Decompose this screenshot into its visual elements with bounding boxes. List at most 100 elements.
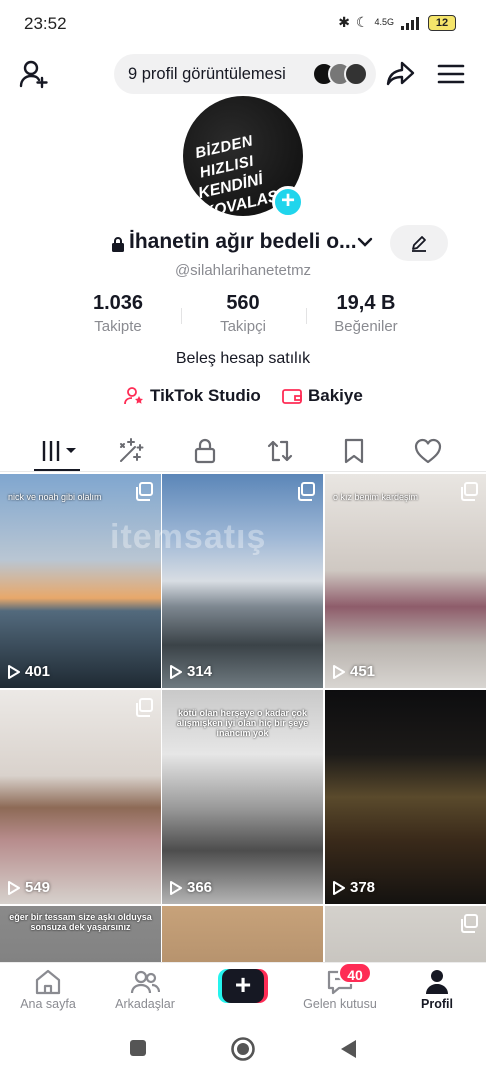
bookmark-icon [344,438,364,464]
inbox-badge: 40 [338,962,372,984]
video-tile[interactable]: 314 [162,474,323,688]
system-nav [0,1020,486,1080]
nav-profile-label: Profil [421,997,453,1011]
view-count: 401 [8,663,50,680]
profile-bio: Beleş hesap satılık [175,350,311,367]
bluetooth-icon: ✱ [338,14,350,30]
recents-icon[interactable] [128,1038,148,1058]
edit-profile-button[interactable] [390,225,448,261]
nav-home[interactable]: Ana sayfa [0,967,96,1011]
content-tabs [0,428,486,472]
view-count-value: 314 [187,663,213,680]
battery-icon: 12 [428,14,456,31]
tab-reposts-sparkle[interactable] [111,436,151,466]
video-tile[interactable]: kötü olan herşeye o kadar çok alışmışken… [162,690,323,904]
home-icon [35,969,61,995]
moon-icon: ☾ [355,14,369,30]
stat-following[interactable]: 1.036 Takipte [58,292,178,335]
video-tile[interactable] [162,906,323,962]
multi-photo-icon [136,482,153,501]
nav-profile[interactable]: Profil [389,967,485,1011]
balance-link[interactable]: Bakiye [282,386,363,406]
nav-friends-label: Arkadaşlar [115,997,175,1011]
status-bar: 23:52 ✱ ☾ 4.5G 12 [0,0,486,48]
status-time: 23:52 [24,14,67,33]
top-bar: 9 profil görüntülemesi [0,52,486,96]
viewer-avatars [312,62,368,86]
video-caption: kötü olan herşeye o kadar çok alışmışken… [176,708,309,738]
video-tile[interactable]: o kız benim kardeşim 451 [325,474,486,688]
profile-name[interactable]: İhanetin ağır bedeli o... [129,230,357,254]
video-tile[interactable]: nick ve noah gibi olalım 401 [0,474,161,688]
play-icon [333,664,345,679]
view-count: 366 [170,879,212,896]
video-tile[interactable]: 549 [0,690,161,904]
play-icon [170,880,182,895]
network-label: 4.5G [374,17,394,27]
tab-liked[interactable] [408,436,448,466]
view-count: 314 [170,663,212,680]
plus-icon: + [222,969,264,1003]
studio-person-icon [124,387,143,405]
tiktok-studio-label: TikTok Studio [150,386,261,405]
multi-photo-icon [298,482,315,501]
multi-photo-icon [136,698,153,717]
active-tab-indicator [34,469,80,471]
view-count-value: 401 [25,663,51,680]
tiktok-studio-link[interactable]: TikTok Studio [124,386,261,406]
stat-divider [181,308,182,324]
nav-friends[interactable]: Arkadaşlar [97,967,193,1011]
view-count-value: 451 [350,663,376,680]
tab-private[interactable] [185,436,225,466]
profile-views-pill[interactable]: 9 profil görüntülemesi [114,54,376,94]
multi-photo-icon [461,482,478,501]
repost-icon [267,440,293,462]
play-icon [8,664,20,679]
video-caption: nick ve noah gibi olalım [8,492,102,502]
friends-icon [130,970,160,994]
share-icon[interactable] [384,58,416,90]
nav-inbox-label: Gelen kutusu [303,997,377,1011]
play-icon [170,664,182,679]
tab-videos[interactable] [38,436,78,466]
stat-value: 19,4 B [336,292,396,314]
video-tile[interactable] [325,906,486,962]
video-grid: nick ve noah gibi olalım 401 314 o kız b… [0,474,486,962]
status-icons: ✱ ☾ 4.5G 12 [338,14,456,31]
profile-links: TikTok Studio Bakiye [0,386,486,412]
view-count: 451 [333,663,375,680]
view-count-value: 378 [350,879,376,896]
video-tile[interactable]: 378 [325,690,486,904]
multi-photo-icon [461,914,478,933]
username: @silahlarihanetetmz [174,262,312,279]
view-count: 378 [333,879,375,896]
video-caption: o kız benim kardeşim [333,492,419,502]
stat-label: Takipçi [220,318,266,335]
stat-likes[interactable]: 19,4 B Beğeniler [306,292,426,335]
stat-followers[interactable]: 560 Takipçi [183,292,303,335]
bottom-nav: Ana sayfa Arkadaşlar + Gelen kutusu 40 P… [0,962,486,1020]
viewer-avatar [344,62,368,86]
heart-icon [414,438,442,464]
view-count-value: 366 [187,879,213,896]
tab-reposts[interactable] [260,436,300,466]
profile-icon [426,970,448,994]
menu-icon[interactable] [436,58,466,90]
balance-label: Bakiye [308,386,363,405]
chevron-down-icon[interactable] [357,236,373,248]
home-button-icon[interactable] [230,1036,256,1062]
play-icon [333,880,345,895]
tab-favorites[interactable] [334,436,374,466]
back-icon[interactable] [338,1038,358,1060]
add-friend-icon[interactable] [18,58,50,90]
sparkle-icon [120,438,144,462]
nav-home-label: Ana sayfa [20,997,76,1011]
video-tile[interactable]: eğer bir tessam size aşkı olduysa sonsuz… [0,906,161,962]
stat-value: 560 [226,292,260,314]
add-avatar-plus-icon[interactable]: + [272,186,304,218]
profile-stats: 1.036 Takipte 560 Takipçi 19,4 B Beğenil… [0,292,486,342]
signal-icon [401,16,419,30]
view-count-value: 549 [25,879,51,896]
create-button[interactable]: + [218,969,268,1003]
view-count: 549 [8,879,50,896]
